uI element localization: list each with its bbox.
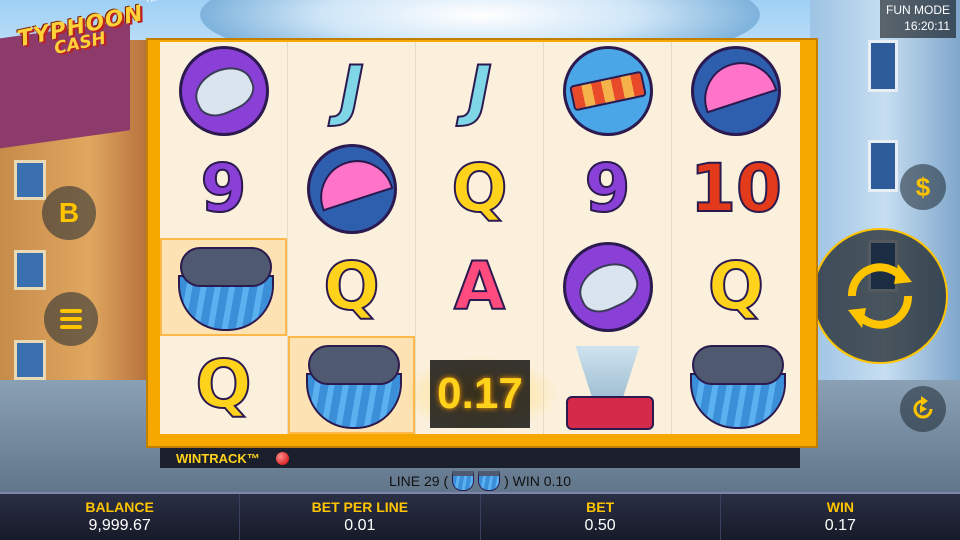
reel-cell	[288, 336, 416, 434]
symbol-a: A	[453, 248, 506, 325]
satellite-dish-icon	[178, 46, 269, 136]
reel-cell	[160, 238, 288, 336]
win-amount: 0.17	[437, 369, 523, 418]
bet-settings-button[interactable]: $	[900, 164, 946, 210]
wintrack-label: WINTRACK™	[176, 450, 260, 466]
satellite-dish-icon	[562, 242, 653, 332]
reel-cell	[672, 336, 800, 434]
symbol-10: 10	[689, 150, 783, 227]
symbol-q: Q	[194, 346, 252, 423]
spin-arrows-icon	[847, 263, 913, 329]
bet-display: BET 0.50	[481, 494, 721, 540]
fun-mode-label: FUN MODE	[886, 3, 950, 17]
symbol-9: 9	[584, 150, 632, 227]
balance-display: BALANCE 9,999.67	[0, 494, 241, 540]
menu-button[interactable]	[44, 292, 98, 346]
symbol-j: J	[338, 52, 365, 129]
clock: 16:20:11	[904, 19, 950, 33]
reel-cell	[160, 42, 288, 140]
line-win-text: LINE 29 ( ) WIN 0.10	[388, 471, 572, 491]
bet-per-line-display: BET PER LINE 0.01	[240, 494, 481, 540]
reel-cell: Q	[160, 336, 288, 434]
symbol-j: J	[466, 52, 493, 129]
windsock-icon	[562, 46, 653, 136]
storm-cloud-icon	[478, 471, 501, 491]
reel-cell	[672, 42, 800, 140]
umbrella-icon	[306, 144, 397, 234]
reel-cell: A	[416, 238, 544, 336]
storm-cloud-icon	[452, 471, 475, 491]
reel-cell: Q	[416, 140, 544, 238]
reel-cell: 10	[672, 140, 800, 238]
mode-clock-box: FUN MODE 16:20:11	[880, 0, 956, 38]
autoplay-button[interactable]	[900, 386, 946, 432]
storm-cloud-icon	[304, 339, 402, 431]
reel-cell: Q	[288, 238, 416, 336]
reel-cell	[544, 238, 672, 336]
reel-cell	[544, 336, 672, 434]
storm-cloud-icon	[688, 339, 786, 431]
reel-cell: J	[416, 42, 544, 140]
symbol-9: 9	[200, 150, 248, 227]
storm-cloud-icon	[176, 241, 274, 333]
reel-cell	[288, 140, 416, 238]
reel-cell: 9	[544, 140, 672, 238]
reel-cell: J	[288, 42, 416, 140]
symbol-q: Q	[322, 248, 380, 325]
reel-cell: 9	[160, 140, 288, 238]
buy-bonus-button[interactable]: B	[42, 186, 96, 240]
reel-cell	[544, 42, 672, 140]
spin-button[interactable]	[812, 228, 948, 364]
win-display: WIN 0.17	[824, 499, 856, 534]
status-bar: BALANCE 9,999.67 BET PER LINE 0.01 BET 0.50…	[0, 492, 960, 540]
win-amount-overlay: 0.17	[430, 360, 530, 428]
wintrack-bar: WINTRACK™	[160, 448, 800, 468]
symbol-q: Q	[707, 248, 765, 325]
wintrack-indicator-icon	[275, 451, 289, 465]
dollar-icon: $	[915, 171, 931, 202]
tornado-cash-icon	[560, 340, 656, 430]
autoplay-icon	[913, 396, 933, 419]
umbrella-icon	[691, 46, 781, 136]
reel-cell: Q	[672, 238, 800, 336]
hamburger-icon	[60, 305, 82, 333]
symbol-q: Q	[450, 150, 508, 227]
